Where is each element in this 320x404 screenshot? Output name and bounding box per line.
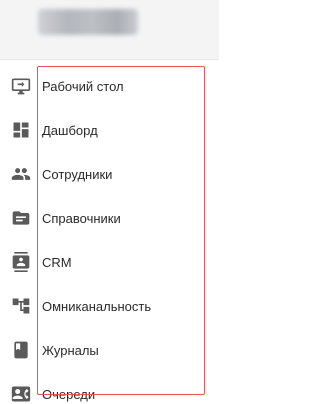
queue-icon <box>10 383 32 404</box>
sidebar-header <box>0 0 219 60</box>
sidebar-item-label: Омниканальность <box>42 298 152 314</box>
sidebar-item-label: Журналы <box>42 342 99 358</box>
dashboard-icon <box>10 119 32 141</box>
book-icon <box>10 339 32 361</box>
sidebar-item-journals[interactable]: Журналы <box>0 328 219 372</box>
sidebar-item-label: Рабочий стол <box>42 78 124 94</box>
sidebar-item-label: Справочники <box>42 210 121 226</box>
sidebar: Рабочий стол Дашборд Сотрудники Справочн… <box>0 0 219 404</box>
sidebar-item-omnichannel[interactable]: Омниканальность <box>0 284 219 328</box>
sidebar-item-directories[interactable]: Справочники <box>0 196 219 240</box>
desktop-icon <box>10 75 32 97</box>
sidebar-item-label: CRM <box>42 254 72 270</box>
folder-icon <box>10 207 32 229</box>
sidebar-item-dashboard[interactable]: Дашборд <box>0 108 219 152</box>
sidebar-item-label: Дашборд <box>42 122 98 138</box>
sidebar-menu: Рабочий стол Дашборд Сотрудники Справочн… <box>0 64 219 404</box>
sidebar-item-desktop[interactable]: Рабочий стол <box>0 64 219 108</box>
sidebar-item-crm[interactable]: CRM <box>0 240 219 284</box>
omnichannel-icon <box>10 295 32 317</box>
sidebar-item-label: Сотрудники <box>42 166 113 182</box>
logo[interactable] <box>38 9 138 35</box>
sidebar-item-label: Очереди <box>42 386 96 402</box>
sidebar-item-employees[interactable]: Сотрудники <box>0 152 219 196</box>
contact-card-icon <box>10 251 32 273</box>
people-icon <box>10 163 32 185</box>
sidebar-item-queues[interactable]: Очереди <box>0 372 219 404</box>
